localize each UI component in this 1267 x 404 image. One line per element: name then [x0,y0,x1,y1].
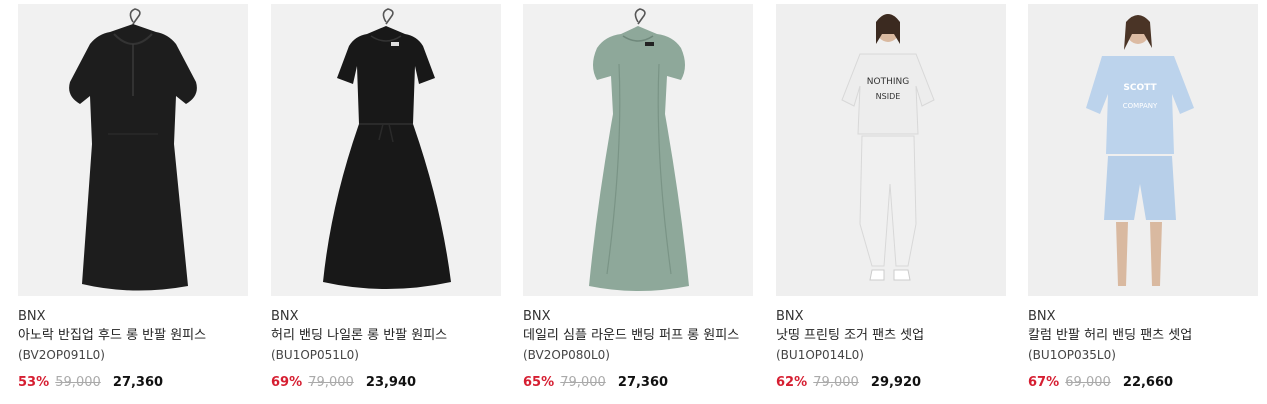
product-brand: BNX [776,309,804,324]
discount-rate: 67% [1028,375,1060,390]
product-image-black-hooded-dress[interactable] [18,4,248,296]
product-brand: BNX [1028,309,1056,324]
product-name[interactable]: 아노락 반집업 후드 롱 반팔 원피스 [18,328,248,344]
product-card[interactable]: BNX 데일리 심플 라운드 밴딩 퍼프 롱 원피스 (BV2OP080L0) … [523,4,753,391]
product-brand: BNX [271,309,299,324]
svg-text:COMPANY: COMPANY [1123,102,1158,110]
product-code: (BU1OP035L0) [1028,348,1116,362]
sale-price: 27,360 [617,375,669,390]
product-price: 69% 79,000 23,940 [271,375,501,391]
original-price: 79,000 [813,375,859,390]
product-code: (BU1OP051L0) [271,348,359,362]
model-illustration: NOTHING NSIDE [841,14,935,281]
sale-price: 27,360 [112,375,164,390]
dress-illustration [589,8,689,291]
product-card[interactable]: BNX 아노락 반집업 후드 롱 반팔 원피스 (BV2OP091L0) 53%… [18,4,248,391]
product-brand: BNX [523,309,551,324]
product-image-blue-shorts-setup[interactable]: SCOTT COMPANY [1028,4,1258,296]
discount-rate: 53% [18,375,50,390]
svg-text:SCOTT: SCOTT [1123,83,1157,93]
original-price: 79,000 [560,375,606,390]
product-grid: BNX 아노락 반집업 후드 롱 반팔 원피스 (BV2OP091L0) 53%… [0,0,1267,404]
dress-illustration [323,8,451,289]
product-card[interactable]: BNX 허리 밴딩 나일론 롱 반팔 원피스 (BU1OP051L0) 69% … [271,4,501,391]
product-image-black-waist-dress[interactable] [271,4,501,296]
original-price: 59,000 [55,375,101,390]
svg-text:NOTHING: NOTHING [867,77,909,87]
product-price: 67% 69,000 22,660 [1028,375,1258,391]
product-code: (BU1OP014L0) [776,348,864,362]
sale-price: 29,920 [870,375,922,390]
product-card[interactable]: SCOTT COMPANY BNX 칼럼 반팔 허리 밴딩 팬츠 셋업 (BU1… [1028,4,1258,391]
original-price: 69,000 [1065,375,1111,390]
original-price: 79,000 [308,375,354,390]
product-image-mint-puff-dress[interactable] [523,4,753,296]
dress-illustration [69,8,197,291]
product-price: 62% 79,000 29,920 [776,375,1006,391]
product-card[interactable]: NOTHING NSIDE BNX 낫띵 프린팅 조거 팬츠 셋업 (BU1OP… [776,4,1006,391]
model-illustration: SCOTT COMPANY [1086,15,1194,286]
product-price: 53% 59,000 27,360 [18,375,248,391]
product-name[interactable]: 데일리 심플 라운드 밴딩 퍼프 롱 원피스 [523,328,753,344]
product-code: (BV2OP080L0) [523,348,610,362]
product-price: 65% 79,000 27,360 [523,375,753,391]
svg-text:NSIDE: NSIDE [876,92,901,101]
discount-rate: 69% [271,375,303,390]
sale-price: 22,660 [1122,375,1174,390]
product-name[interactable]: 칼럼 반팔 허리 밴딩 팬츠 셋업 [1028,328,1258,344]
sale-price: 23,940 [365,375,417,390]
product-image-white-jogger-setup[interactable]: NOTHING NSIDE [776,4,1006,296]
discount-rate: 65% [523,375,555,390]
product-code: (BV2OP091L0) [18,348,105,362]
product-brand: BNX [18,309,46,324]
product-name[interactable]: 낫띵 프린팅 조거 팬츠 셋업 [776,328,1006,344]
discount-rate: 62% [776,375,808,390]
product-name[interactable]: 허리 밴딩 나일론 롱 반팔 원피스 [271,328,501,344]
